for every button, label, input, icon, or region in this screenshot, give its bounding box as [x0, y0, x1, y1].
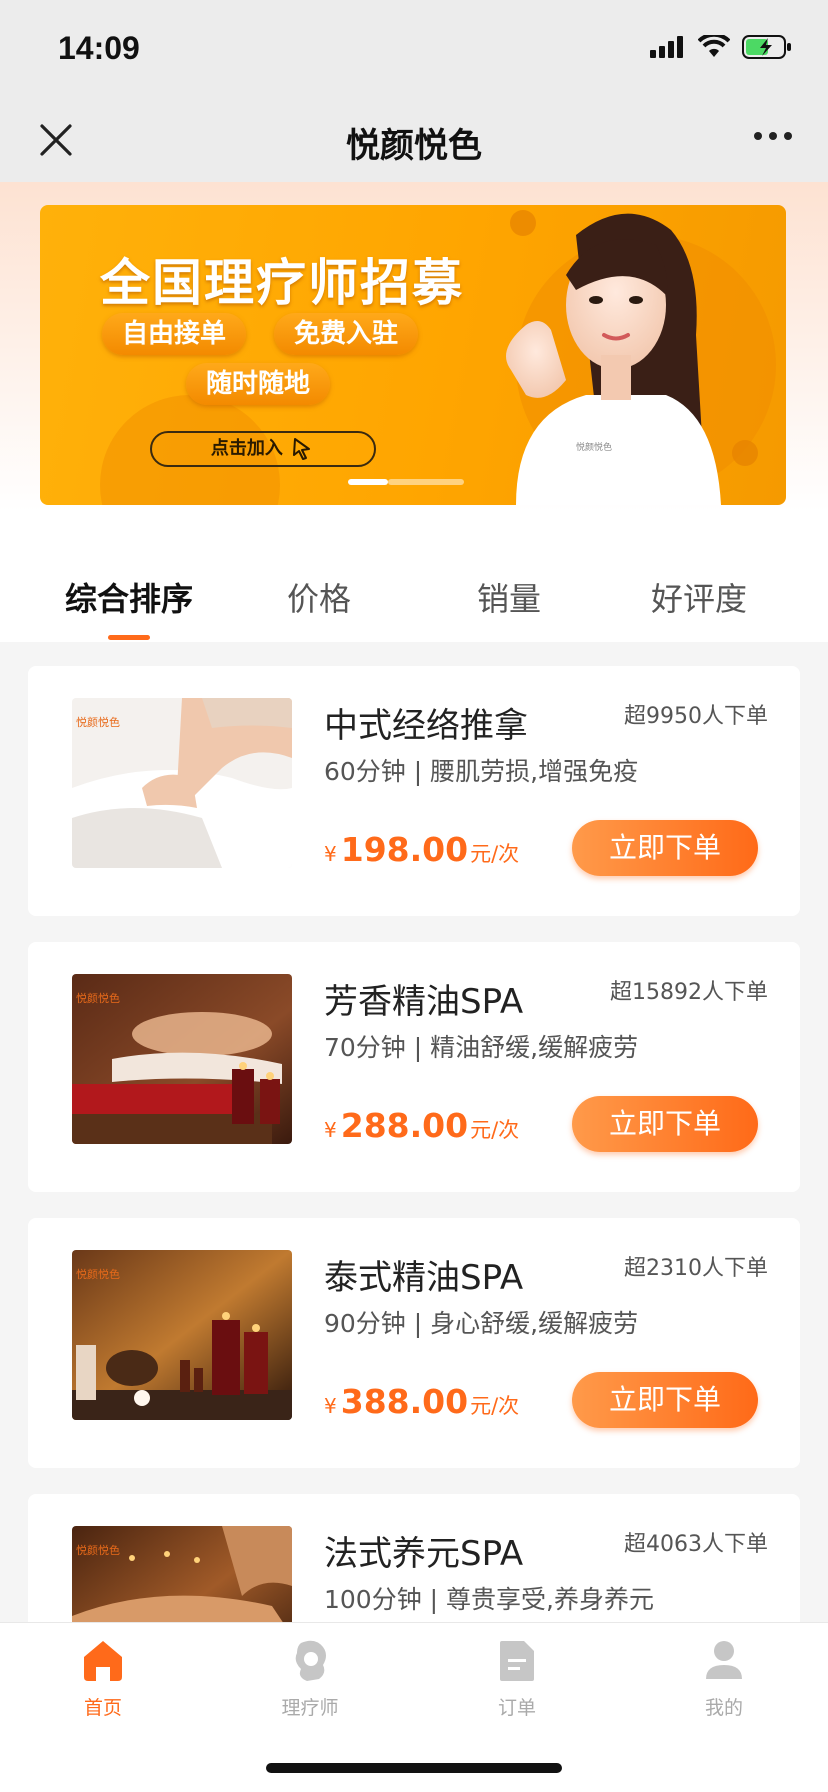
tab-underline	[108, 635, 150, 640]
product-price: ¥ 388.00 元/次	[324, 1382, 519, 1421]
wifi-icon	[698, 35, 730, 57]
product-name: 法式养元SPA	[324, 1534, 524, 1574]
nav-home-label: 首页	[83, 1697, 122, 1719]
price-currency: ¥	[324, 1394, 337, 1418]
status-time: 14:09	[58, 30, 140, 66]
sort-tabs: 综合排序 价格 销量 好评度	[0, 512, 828, 642]
nav-profile[interactable]: 我的	[664, 1637, 784, 1720]
price-value: 198.00	[340, 830, 469, 869]
product-sales: 超9950人下单	[624, 704, 768, 729]
product-image[interactable]: 悦颜悦色	[72, 1250, 292, 1420]
page-title: 悦颜悦色	[346, 126, 482, 166]
home-icon	[84, 1641, 122, 1681]
product-sales: 超2310人下单	[624, 1256, 768, 1281]
nav-orders-label: 订单	[497, 1697, 536, 1719]
price-value: 388.00	[340, 1382, 469, 1421]
price-currency: ¥	[324, 842, 337, 866]
product-card[interactable]: 悦颜悦色 中式经络推拿 超9950人下单 60分钟 | 腰肌劳损,增强免疫 ¥ …	[28, 666, 800, 916]
product-price: ¥ 198.00 元/次	[324, 830, 519, 869]
svg-text:悦颜悦色: 悦颜悦色	[76, 715, 120, 729]
price-currency: ¥	[324, 1118, 337, 1142]
price-unit: 元/次	[470, 842, 520, 866]
battery-icon	[742, 35, 791, 59]
product-card[interactable]: 悦颜悦色 泰式精油SPA 超2310人下单 90分钟 | 身心舒缓,缓解疲劳 ¥…	[28, 1218, 800, 1468]
order-icon	[500, 1641, 534, 1681]
nav-home[interactable]: 首页	[43, 1637, 163, 1720]
model-illustration: 悦颜悦色	[506, 213, 721, 505]
product-price: ¥ 288.00 元/次	[324, 1106, 519, 1145]
banner-tag: 免费入驻	[274, 313, 419, 355]
status-icons	[650, 34, 792, 60]
cursor-icon	[293, 438, 311, 460]
profile-icon	[706, 1641, 742, 1679]
nav-therapist-label: 理疗师	[281, 1697, 339, 1719]
tab-sales[interactable]: 销量	[414, 574, 604, 620]
tab-comprehensive[interactable]: 综合排序	[34, 574, 224, 620]
status-bar: 14:09	[0, 0, 828, 100]
product-desc: 100分钟 | 尊贵享受,养身养元	[324, 1585, 654, 1614]
product-card[interactable]: 悦颜悦色 芳香精油SPA 超15892人下单 70分钟 | 精油舒缓,缓解疲劳 …	[28, 942, 800, 1192]
product-name: 泰式精油SPA	[324, 1258, 524, 1298]
banner-title: 全国理疗师招募	[100, 254, 464, 312]
nav-orders[interactable]: 订单	[457, 1637, 577, 1720]
product-desc: 70分钟 | 精油舒缓,缓解疲劳	[324, 1033, 639, 1062]
banner-tag: 随时随地	[186, 363, 331, 405]
join-label: 点击加入	[210, 438, 283, 459]
product-name: 芳香精油SPA	[324, 982, 524, 1022]
recruit-banner[interactable]: 全国理疗师招募 自由接单 免费入驻 随时随地 点击加入 悦颜悦色	[40, 205, 786, 505]
banner-indicator	[348, 479, 464, 485]
nav-therapist[interactable]: 理疗师	[250, 1637, 370, 1720]
product-desc: 60分钟 | 腰肌劳损,增强免疫	[324, 757, 639, 786]
svg-text:悦颜悦色: 悦颜悦色	[76, 1267, 120, 1281]
price-unit: 元/次	[470, 1118, 520, 1142]
product-image[interactable]: 悦颜悦色	[72, 974, 292, 1144]
product-sales: 超4063人下单	[624, 1532, 768, 1557]
product-desc: 90分钟 | 身心舒缓,缓解疲劳	[324, 1309, 639, 1338]
svg-text:悦颜悦色: 悦颜悦色	[76, 991, 120, 1005]
order-button[interactable]: 立即下单	[572, 1372, 758, 1428]
nav-bar: 悦颜悦色	[0, 100, 828, 182]
brand-mark: 悦颜悦色	[576, 441, 612, 453]
tab-price[interactable]: 价格	[224, 574, 414, 620]
therapist-icon	[295, 1640, 326, 1681]
product-name: 中式经络推拿	[324, 706, 528, 746]
price-unit: 元/次	[470, 1394, 520, 1418]
nav-profile-label: 我的	[704, 1697, 743, 1719]
more-icon[interactable]	[754, 132, 792, 140]
home-indicator	[266, 1763, 562, 1773]
price-value: 288.00	[340, 1106, 469, 1145]
svg-text:悦颜悦色: 悦颜悦色	[76, 1543, 120, 1557]
signal-icon	[650, 36, 683, 58]
banner-tag: 自由接单	[102, 313, 247, 355]
order-button[interactable]: 立即下单	[572, 820, 758, 876]
join-button[interactable]: 点击加入	[150, 431, 376, 467]
order-button[interactable]: 立即下单	[572, 1096, 758, 1152]
tab-rating[interactable]: 好评度	[604, 574, 794, 620]
product-image[interactable]: 悦颜悦色	[72, 698, 292, 868]
product-sales: 超15892人下单	[610, 980, 768, 1005]
